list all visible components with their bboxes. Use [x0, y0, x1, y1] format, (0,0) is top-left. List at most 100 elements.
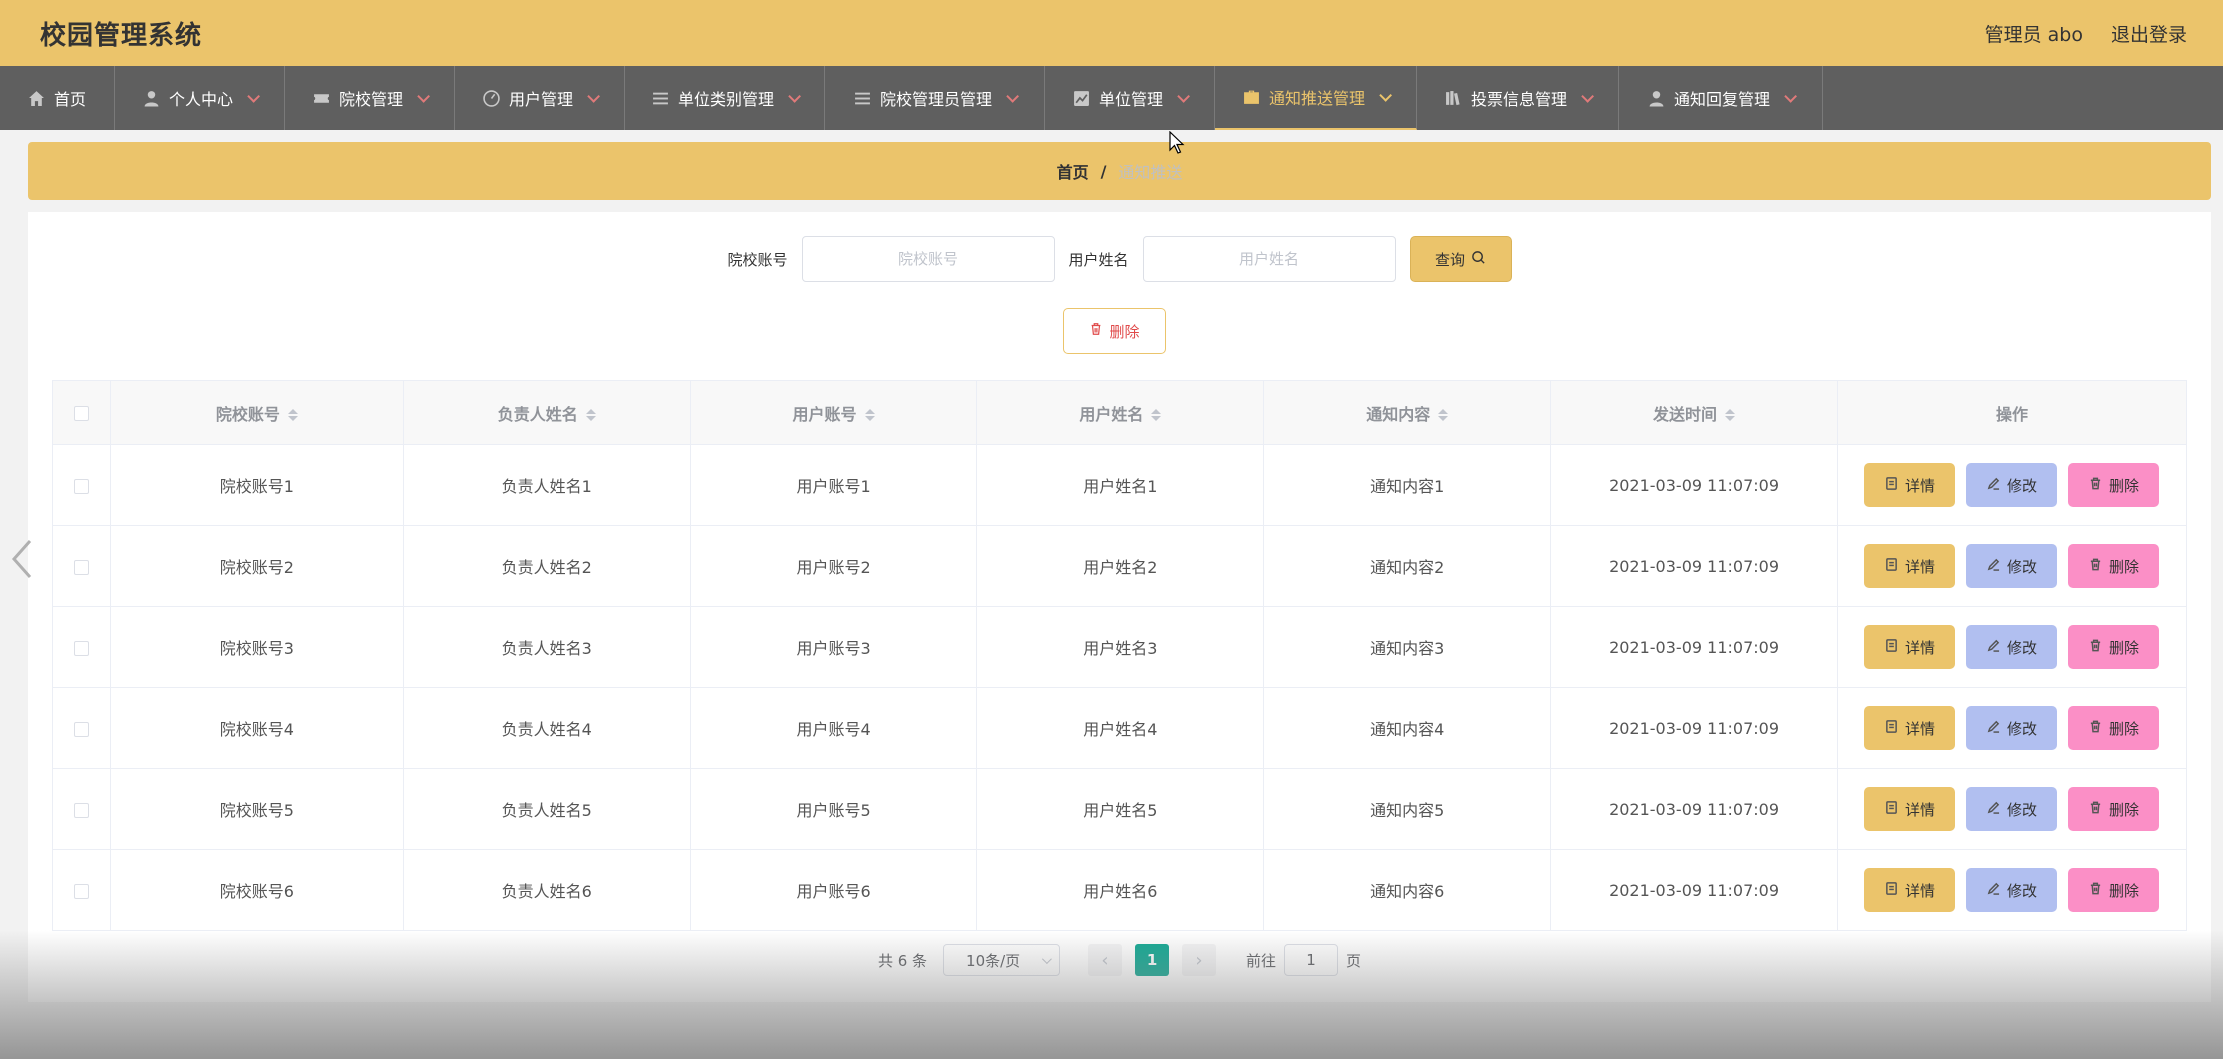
- nav-item-3[interactable]: 用户管理: [455, 66, 625, 130]
- detail-button-label: 详情: [1904, 881, 1935, 900]
- column-header[interactable]: 用户账号: [689, 380, 978, 445]
- sort-icon[interactable]: [1151, 409, 1162, 421]
- chevron-left-icon: ‹: [1101, 949, 1109, 971]
- column-header-label: 负责人姓名: [497, 404, 578, 424]
- nav-item-8[interactable]: 投票信息管理: [1417, 66, 1619, 130]
- row-select-cell: [52, 525, 111, 607]
- mouse-cursor-icon: [1169, 130, 1185, 155]
- table-cell: 用户姓名1: [976, 444, 1265, 526]
- delete-button-label: 删除: [2108, 476, 2139, 495]
- sort-icon[interactable]: [1438, 409, 1449, 421]
- edit-button[interactable]: 修改: [1966, 463, 2058, 507]
- table-cell: 负责人姓名6: [402, 849, 691, 931]
- nav-item-5[interactable]: 院校管理员管理: [825, 66, 1045, 130]
- sort-icon[interactable]: [585, 409, 596, 421]
- user-name-input[interactable]: [1142, 236, 1396, 282]
- table-cell: 院校账号2: [109, 525, 404, 607]
- edit-button[interactable]: 修改: [1966, 544, 2058, 588]
- delete-button[interactable]: 删除: [2068, 463, 2160, 507]
- column-header[interactable]: 发送时间: [1550, 380, 1838, 445]
- column-header-label: 通知内容: [1366, 404, 1431, 424]
- pencil-icon: [1987, 881, 2000, 899]
- detail-button-label: 详情: [1904, 638, 1935, 657]
- select-all-cell: [52, 380, 111, 445]
- detail-button[interactable]: 详情: [1864, 787, 1956, 831]
- detail-button[interactable]: 详情: [1864, 868, 1956, 912]
- table-cell: 院校账号1: [109, 444, 404, 526]
- batch-delete-button[interactable]: 删除: [1063, 308, 1166, 354]
- edit-button[interactable]: 修改: [1966, 868, 2058, 912]
- trash-icon: [2089, 800, 2102, 818]
- edit-button[interactable]: 修改: [1966, 706, 2058, 750]
- table-cell: 用户账号5: [689, 768, 978, 850]
- sort-icon[interactable]: [1725, 409, 1736, 421]
- school-account-input[interactable]: [801, 236, 1055, 282]
- nav-item-7[interactable]: 通知推送管理: [1215, 66, 1417, 130]
- breadcrumb-home[interactable]: 首页: [1057, 159, 1089, 183]
- chevron-down-icon: [1581, 89, 1594, 103]
- app-title: 校园管理系统: [40, 20, 203, 51]
- detail-button[interactable]: 详情: [1864, 706, 1956, 750]
- row-checkbox[interactable]: [73, 559, 89, 575]
- delete-button[interactable]: 删除: [2068, 625, 2160, 669]
- select-all-checkbox[interactable]: [73, 406, 89, 421]
- column-header[interactable]: 院校账号: [109, 380, 404, 445]
- sort-icon[interactable]: [864, 409, 875, 421]
- column-header[interactable]: 负责人姓名: [402, 380, 691, 445]
- prev-page-button[interactable]: ‹: [1088, 944, 1123, 976]
- table-cell: 2021-03-09 11:07:09: [1550, 444, 1838, 526]
- detail-button[interactable]: 详情: [1864, 463, 1956, 507]
- breadcrumb-separator: /: [1100, 161, 1107, 181]
- table-cell: 2021-03-09 11:07:09: [1550, 525, 1838, 607]
- row-checkbox[interactable]: [73, 802, 89, 818]
- row-checkbox[interactable]: [73, 640, 89, 656]
- delete-button[interactable]: 删除: [2068, 868, 2160, 912]
- delete-button[interactable]: 删除: [2068, 544, 2160, 588]
- detail-button[interactable]: 详情: [1864, 625, 1956, 669]
- detail-button[interactable]: 详情: [1864, 544, 1956, 588]
- detail-button-label: 详情: [1904, 476, 1935, 495]
- nav-item-6[interactable]: 单位管理: [1045, 66, 1215, 130]
- edit-button[interactable]: 修改: [1966, 625, 2058, 669]
- column-header[interactable]: 通知内容: [1263, 380, 1552, 445]
- detail-button-label: 详情: [1904, 719, 1935, 738]
- nav-item-1[interactable]: 个人中心: [115, 66, 285, 130]
- table-cell: 负责人姓名2: [402, 525, 691, 607]
- search-form: 院校账号 用户姓名 查询: [28, 236, 2211, 282]
- row-actions-cell: 详情 修改 删除: [1836, 849, 2188, 931]
- edit-button[interactable]: 修改: [1966, 787, 2058, 831]
- query-button[interactable]: 查询: [1409, 236, 1512, 282]
- nav-item-4[interactable]: 单位类别管理: [625, 66, 825, 130]
- table-cell: 院校账号3: [109, 606, 404, 688]
- table-row: 院校账号2 负责人姓名2 用户账号2 用户姓名2 通知内容2 2021-03-09 11:…: [52, 525, 2188, 607]
- gauge-icon: [483, 89, 501, 107]
- table-cell: 2021-03-09 11:07:09: [1550, 849, 1838, 931]
- school-account-label: 院校账号: [727, 250, 788, 269]
- row-checkbox[interactable]: [73, 883, 89, 899]
- column-header[interactable]: 用户姓名: [976, 380, 1265, 445]
- delete-button[interactable]: 删除: [2068, 787, 2160, 831]
- sort-icon[interactable]: [287, 409, 298, 421]
- delete-button[interactable]: 删除: [2068, 706, 2160, 750]
- chevron-down-icon: [247, 89, 260, 103]
- goto-page-input[interactable]: [1284, 944, 1339, 976]
- nav-item-label: 院校管理: [338, 90, 403, 109]
- next-page-button[interactable]: ›: [1182, 944, 1217, 976]
- logout-link[interactable]: 退出登录: [2111, 20, 2187, 47]
- pencil-icon: [1987, 638, 2000, 656]
- table-row: 院校账号1 负责人姓名1 用户账号1 用户姓名1 通知内容1 2021-03-09 11:…: [52, 444, 2188, 526]
- page-number-button[interactable]: 1: [1135, 944, 1170, 976]
- trash-icon: [2089, 881, 2102, 899]
- chevron-left-icon[interactable]: [8, 537, 34, 581]
- page-size-select[interactable]: 10条/页: [943, 944, 1061, 976]
- nav-item-9[interactable]: 通知回复管理: [1619, 66, 1823, 130]
- chevron-down-icon: [1177, 89, 1190, 103]
- row-checkbox[interactable]: [73, 721, 89, 737]
- row-checkbox[interactable]: [73, 478, 89, 494]
- row-actions-cell: 详情 修改 删除: [1836, 444, 2188, 526]
- table-cell: 负责人姓名5: [402, 768, 691, 850]
- chevron-down-icon: [1379, 88, 1392, 102]
- nav-item-2[interactable]: 院校管理: [285, 66, 455, 130]
- nav-item-0[interactable]: 首页: [0, 66, 115, 130]
- chevron-down-icon: [1784, 89, 1797, 103]
